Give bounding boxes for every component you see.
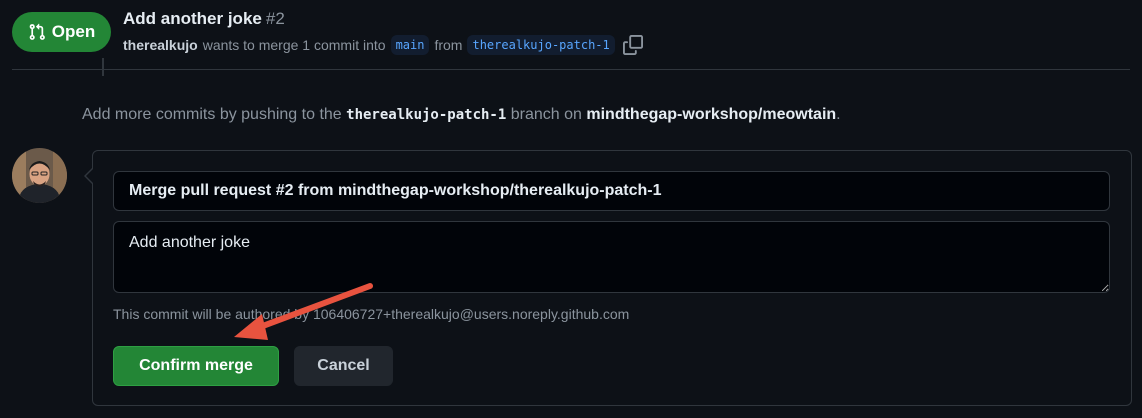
pr-title-text: Add another joke (123, 9, 262, 28)
page-title: Add another joke #2 (123, 9, 285, 29)
commit-author-note: This commit will be authored by 10640672… (113, 306, 630, 322)
info-repo-name[interactable]: mindthegap-workshop/meowtain (586, 106, 836, 123)
push-info-text: Add more commits by pushing to the there… (82, 106, 841, 124)
info-prefix: Add more commits by pushing to the (82, 106, 342, 123)
base-branch[interactable]: main (390, 35, 430, 55)
status-badge: Open (12, 12, 111, 52)
merge-text: wants to merge 1 commit into (202, 37, 386, 53)
info-branch-name: therealkujo-patch-1 (346, 107, 507, 123)
comment-caret-inner (86, 168, 94, 184)
confirm-merge-button[interactable]: Confirm merge (113, 346, 279, 386)
from-text: from (434, 37, 463, 53)
pr-merge-summary: therealkujo wants to merge 1 commit into… (123, 35, 643, 55)
merge-pr-page: Open Add another joke #2 therealkujo want… (0, 0, 1142, 418)
merge-body-textarea[interactable]: Add another joke (113, 221, 1110, 293)
copy-icon[interactable] (622, 35, 643, 55)
status-badge-label: Open (51, 22, 96, 41)
avatar[interactable] (12, 148, 67, 203)
info-suffix: . (836, 106, 841, 123)
header-divider (12, 69, 1130, 70)
author-link[interactable]: therealkujo (123, 37, 198, 53)
merge-title-input[interactable] (113, 171, 1110, 211)
timeline-line (102, 58, 104, 76)
cancel-button[interactable]: Cancel (294, 346, 393, 386)
head-branch[interactable]: therealkujo-patch-1 (467, 35, 615, 55)
git-pull-request-icon (28, 23, 46, 41)
pr-number: #2 (265, 9, 285, 28)
info-middle: branch on (510, 106, 582, 123)
